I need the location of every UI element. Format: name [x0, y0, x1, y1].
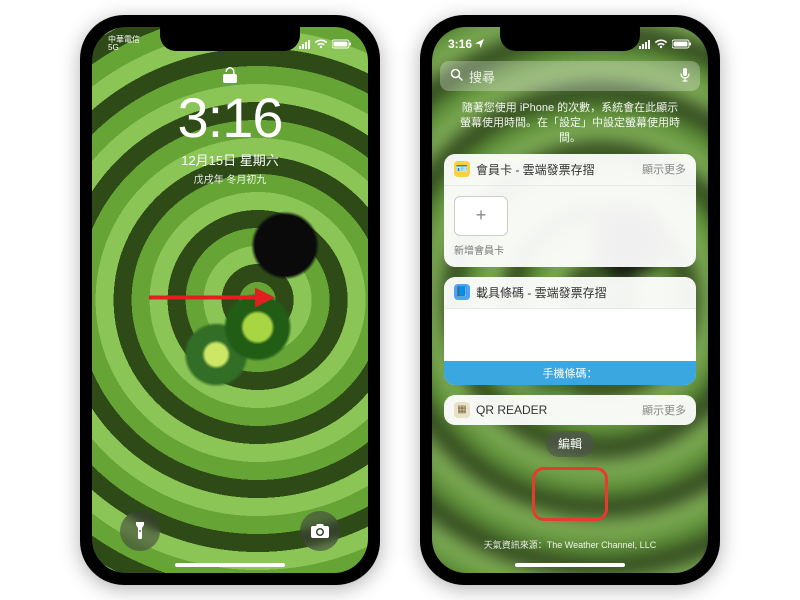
flashlight-icon — [133, 522, 147, 540]
widget-title: QR READER — [476, 403, 636, 417]
barcode-display — [444, 309, 696, 361]
screen: 中華電信 5G 3:16 12月15日 星期六 戊戌年 冬月初九 — [92, 27, 368, 573]
search-icon — [450, 68, 463, 84]
lock-lunar-date: 戊戌年 冬月初九 — [92, 171, 368, 186]
home-indicator[interactable] — [515, 563, 625, 567]
widget-qr-reader[interactable]: ▦ QR READER 顯示更多 — [444, 395, 696, 425]
status-right — [299, 39, 352, 49]
widget-app-icon: ▦ — [454, 402, 470, 418]
widget-header: ▦ QR READER 顯示更多 — [444, 395, 696, 425]
widget-show-more[interactable]: 顯示更多 — [642, 402, 686, 418]
status-right — [639, 39, 692, 49]
status-time: 3:16 — [448, 38, 472, 50]
notch — [500, 27, 640, 51]
notch — [160, 27, 300, 51]
barcode-caption: 手機條碼： — [444, 361, 696, 385]
flashlight-button[interactable] — [120, 511, 160, 551]
camera-icon — [311, 524, 329, 538]
screen: 3:16 搜尋 — [432, 27, 708, 573]
widget-header: 📘 載具條碼 - 雲端發票存摺 — [444, 277, 696, 309]
phone-today-view: 3:16 搜尋 — [420, 15, 720, 585]
lock-content: 3:16 12月15日 星期六 戊戌年 冬月初九 — [92, 67, 368, 186]
widget-title: 載具條碼 - 雲端發票存摺 — [476, 284, 686, 301]
home-indicator[interactable] — [175, 563, 285, 567]
location-indicator-icon — [475, 39, 484, 50]
cell-signal-icon — [299, 40, 310, 49]
phone-lockscreen: 中華電信 5G 3:16 12月15日 星期六 戊戌年 冬月初九 — [80, 15, 380, 585]
wifi-icon — [654, 39, 668, 49]
unlock-icon — [92, 67, 368, 88]
lock-date: 12月15日 星期六 — [92, 150, 368, 169]
wifi-icon — [314, 39, 328, 49]
add-membership-card-button[interactable]: + — [454, 196, 508, 236]
plus-icon: + — [476, 205, 487, 226]
widget-carrier-barcode[interactable]: 📘 載具條碼 - 雲端發票存摺 手機條碼： — [444, 277, 696, 385]
search-placeholder: 搜尋 — [469, 67, 495, 86]
widget-header: 🪪 會員卡 - 雲端發票存摺 顯示更多 — [444, 154, 696, 186]
today-view-scroll[interactable]: 搜尋 隨著您使用 iPhone 的次數，系統會在此顯示螢幕使用時間。在「設定」中… — [440, 61, 700, 513]
widget-title: 會員卡 - 雲端發票存摺 — [476, 161, 636, 178]
search-field[interactable]: 搜尋 — [440, 61, 700, 91]
mic-icon[interactable] — [680, 68, 690, 85]
widget-membership-card[interactable]: 🪪 會員卡 - 雲端發票存摺 顯示更多 + 新增會員卡 — [444, 154, 696, 267]
swipe-right-annotation-icon — [147, 283, 277, 318]
add-membership-card-label: 新增會員卡 — [454, 242, 686, 257]
widget-app-icon: 📘 — [454, 284, 470, 300]
screen-time-info-text: 隨著您使用 iPhone 的次數，系統會在此顯示螢幕使用時間。在「設定」中設定螢… — [460, 101, 680, 146]
widget-show-more[interactable]: 顯示更多 — [642, 161, 686, 177]
cell-signal-icon — [639, 40, 650, 49]
camera-button[interactable] — [300, 511, 340, 551]
widget-app-icon: 🪪 — [454, 161, 470, 177]
edit-widgets-button[interactable]: 編輯 — [546, 431, 594, 457]
battery-icon — [672, 39, 692, 49]
battery-icon — [332, 39, 352, 49]
status-left: 中華電信 5G — [108, 36, 140, 52]
lock-time: 3:16 — [92, 90, 368, 146]
weather-attribution: 天氣資訊來源：The Weather Channel, LLC — [432, 538, 708, 551]
status-left: 3:16 — [448, 38, 484, 50]
lock-bottom-controls — [92, 511, 368, 551]
carrier-sub: 5G — [108, 44, 140, 52]
widget-body: + 新增會員卡 — [444, 186, 696, 267]
